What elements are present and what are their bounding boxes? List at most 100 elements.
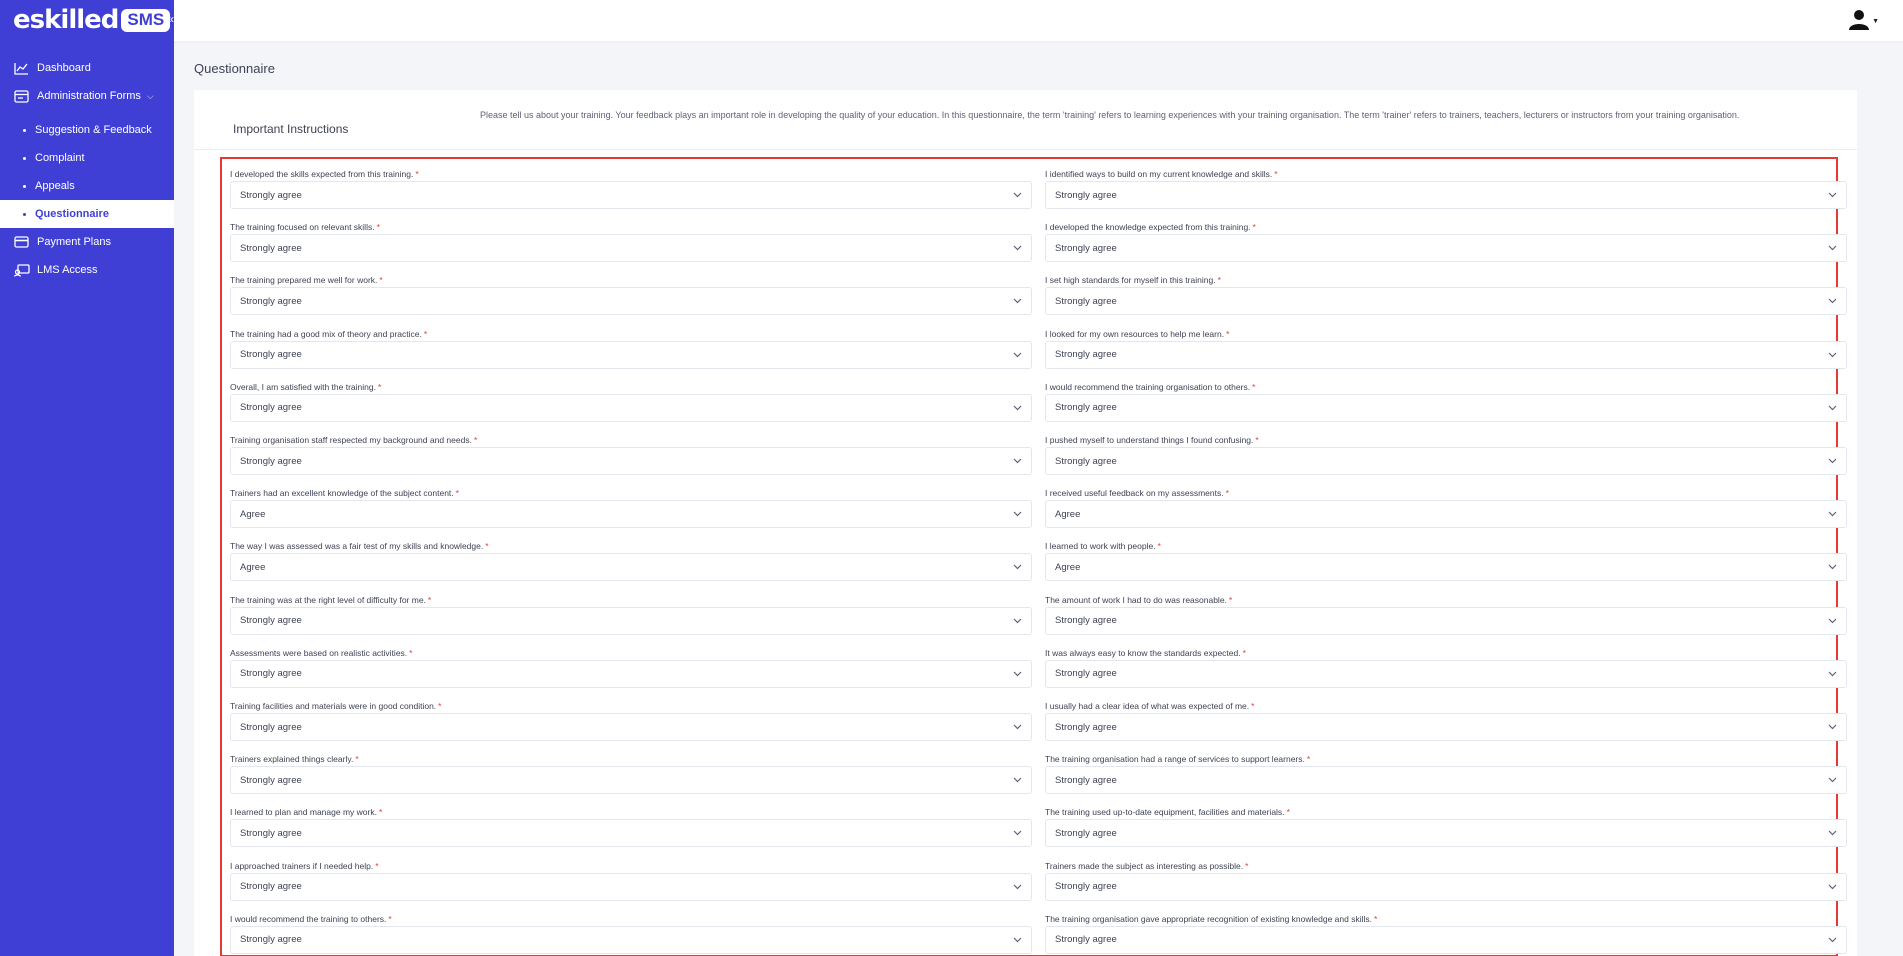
question-label: I pushed myself to understand things I f… [1045,434,1847,447]
answer-select[interactable]: Strongly agree [230,872,1032,901]
answer-select-value: Strongly agree [240,881,302,893]
answer-select[interactable]: Strongly agree [230,819,1032,848]
required-marker: * [1245,860,1249,871]
answer-select-value: Strongly agree [240,349,302,361]
answer-select[interactable]: Strongly agree [1045,925,1847,954]
required-marker: * [1286,807,1290,818]
sidebar-item-lms-access[interactable]: LMS Access [0,256,174,284]
answer-select[interactable]: Strongly agree [230,181,1032,209]
answer-select[interactable]: Strongly agree [1045,340,1847,369]
user-avatar-icon[interactable] [1848,8,1870,35]
question-label: I looked for my own resources to help me… [1045,328,1847,341]
administration-forms-submenu: Suggestion & Feedback Complaint Appeals … [0,116,174,228]
required-marker: * [388,913,392,924]
answer-select[interactable]: Agree [230,553,1032,582]
answer-select[interactable]: Strongly agree [230,234,1032,263]
required-marker: * [379,275,383,286]
answer-select-value: Strongly agree [240,295,302,307]
question-label: The training prepared me well for work. * [230,274,1032,287]
answer-select[interactable]: Strongly agree [1045,659,1847,688]
answer-select[interactable]: Strongly agree [1045,713,1847,741]
question-label-text: Trainers made the subject as interesting… [1045,860,1244,871]
sidebar-subitem-appeals[interactable]: Appeals [0,172,174,200]
sidebar-item-dashboard[interactable]: Dashboard [0,54,174,82]
sidebar-subitem-label: Complaint [35,152,85,164]
sidebar-subitem-questionnaire[interactable]: Questionnaire [0,200,174,228]
answer-select[interactable]: Strongly agree [1045,287,1847,316]
answer-select[interactable]: Strongly agree [1045,393,1847,422]
question-assessments-were-based-on-realistic-acti: Assessments were based on realistic acti… [230,647,1032,688]
answer-select-value: Strongly agree [1055,242,1117,254]
sidebar-subitem-suggestion-feedback[interactable]: Suggestion & Feedback [0,116,174,144]
question-label: I set high standards for myself in this … [1045,274,1847,287]
answer-select-value: Agree [1055,508,1081,520]
sidebar-item-label: Dashboard [37,62,91,74]
required-marker: * [455,488,459,499]
answer-select[interactable]: Agree [230,500,1032,529]
required-marker: * [1251,701,1255,711]
sidebar: eskilled SMS « Dashboard Administration … [0,0,174,956]
required-marker: * [1226,328,1230,339]
bullet-icon [23,212,26,216]
answer-select[interactable]: Agree [1045,500,1847,529]
chevron-down-icon [1827,828,1837,838]
answer-select[interactable]: Strongly agree [230,393,1032,422]
answer-select-value: Strongly agree [240,827,302,839]
user-menu[interactable]: ▼ [1848,8,1879,35]
sidebar-item-payment-plans[interactable]: Payment Plans [0,228,174,256]
question-trainers-made-the-subject-as-interesting: Trainers made the subject as interesting… [1045,860,1847,901]
required-marker: * [1157,541,1161,552]
question-label-text: I would recommend the training organisat… [1045,381,1251,392]
question-i-set-high-standards-for-myself-in-this-: I set high standards for myself in this … [1045,274,1847,316]
required-marker: * [1242,647,1246,658]
required-marker: * [1274,169,1278,179]
question-i-approached-trainers-if-i-needed-help: I approached trainers if I needed help. *… [230,860,1032,901]
answer-select-value: Strongly agree [1055,402,1117,414]
answer-select[interactable]: Strongly agree [1045,872,1847,901]
answer-select-value: Strongly agree [240,402,302,414]
question-label-text: I approached trainers if I needed help. [230,860,374,871]
question-i-identified-ways-to-build-on-my-current: I identified ways to build on my current… [1045,168,1847,209]
answer-select[interactable]: Strongly agree [230,287,1032,316]
question-i-looked-for-my-own-resources-to-help-me: I looked for my own resources to help me… [1045,328,1847,369]
chevron-down-icon [1012,456,1022,466]
question-label-text: I set high standards for myself in this … [1045,275,1216,286]
question-label: The training focused on relevant skills.… [230,221,1032,234]
answer-select[interactable]: Strongly agree [230,766,1032,795]
answer-select-value: Strongly agree [240,934,302,946]
answer-select[interactable]: Strongly agree [230,925,1032,954]
question-the-training-had-a-good-mix-of-theory-an: The training had a good mix of theory an… [230,328,1032,369]
answer-select-value: Strongly agree [1055,349,1117,361]
answer-select[interactable]: Strongly agree [230,659,1032,688]
answer-select-value: Strongly agree [240,774,302,786]
answer-select[interactable]: Strongly agree [1045,234,1847,263]
answer-select[interactable]: Strongly agree [1045,606,1847,635]
answer-select[interactable]: Strongly agree [1045,447,1847,475]
sidebar-subitem-complaint[interactable]: Complaint [0,144,174,172]
instructions-heading: Important Instructions [233,122,349,136]
answer-select[interactable]: Strongly agree [230,447,1032,475]
question-label-text: I learned to work with people. [1045,541,1156,552]
answer-select[interactable]: Strongly agree [230,340,1032,369]
sidebar-subitem-label: Appeals [35,180,75,192]
answer-select[interactable]: Agree [1045,553,1847,582]
answer-select[interactable]: Strongly agree [230,713,1032,741]
forms-icon [13,89,30,103]
page-title: Questionnaire [194,61,275,76]
sidebar-item-label: LMS Access [37,264,98,276]
question-label: I would recommend the training organisat… [1045,381,1847,394]
sidebar-item-administration-forms[interactable]: Administration Forms ⌵ [0,82,174,110]
answer-select[interactable]: Strongly agree [1045,819,1847,848]
sidebar-subitem-label: Suggestion & Feedback [35,124,152,136]
question-label: The training organisation gave appropria… [1045,913,1847,926]
sidebar-nav: Dashboard Administration Forms ⌵ Suggest… [0,54,174,284]
answer-select[interactable]: Strongly agree [1045,181,1847,209]
question-label-text: The training was at the right level of d… [230,594,426,605]
question-label-text: Trainers had an excellent knowledge of t… [230,488,454,499]
question-it-was-always-easy-to-know-the-standards: It was always easy to know the standards… [1045,647,1847,688]
sidebar-collapse-icon[interactable]: « [167,12,174,26]
answer-select[interactable]: Strongly agree [1045,766,1847,795]
brand-logo[interactable]: eskilled SMS « [0,0,174,40]
chevron-down-icon [1012,296,1022,306]
answer-select[interactable]: Strongly agree [230,606,1032,635]
